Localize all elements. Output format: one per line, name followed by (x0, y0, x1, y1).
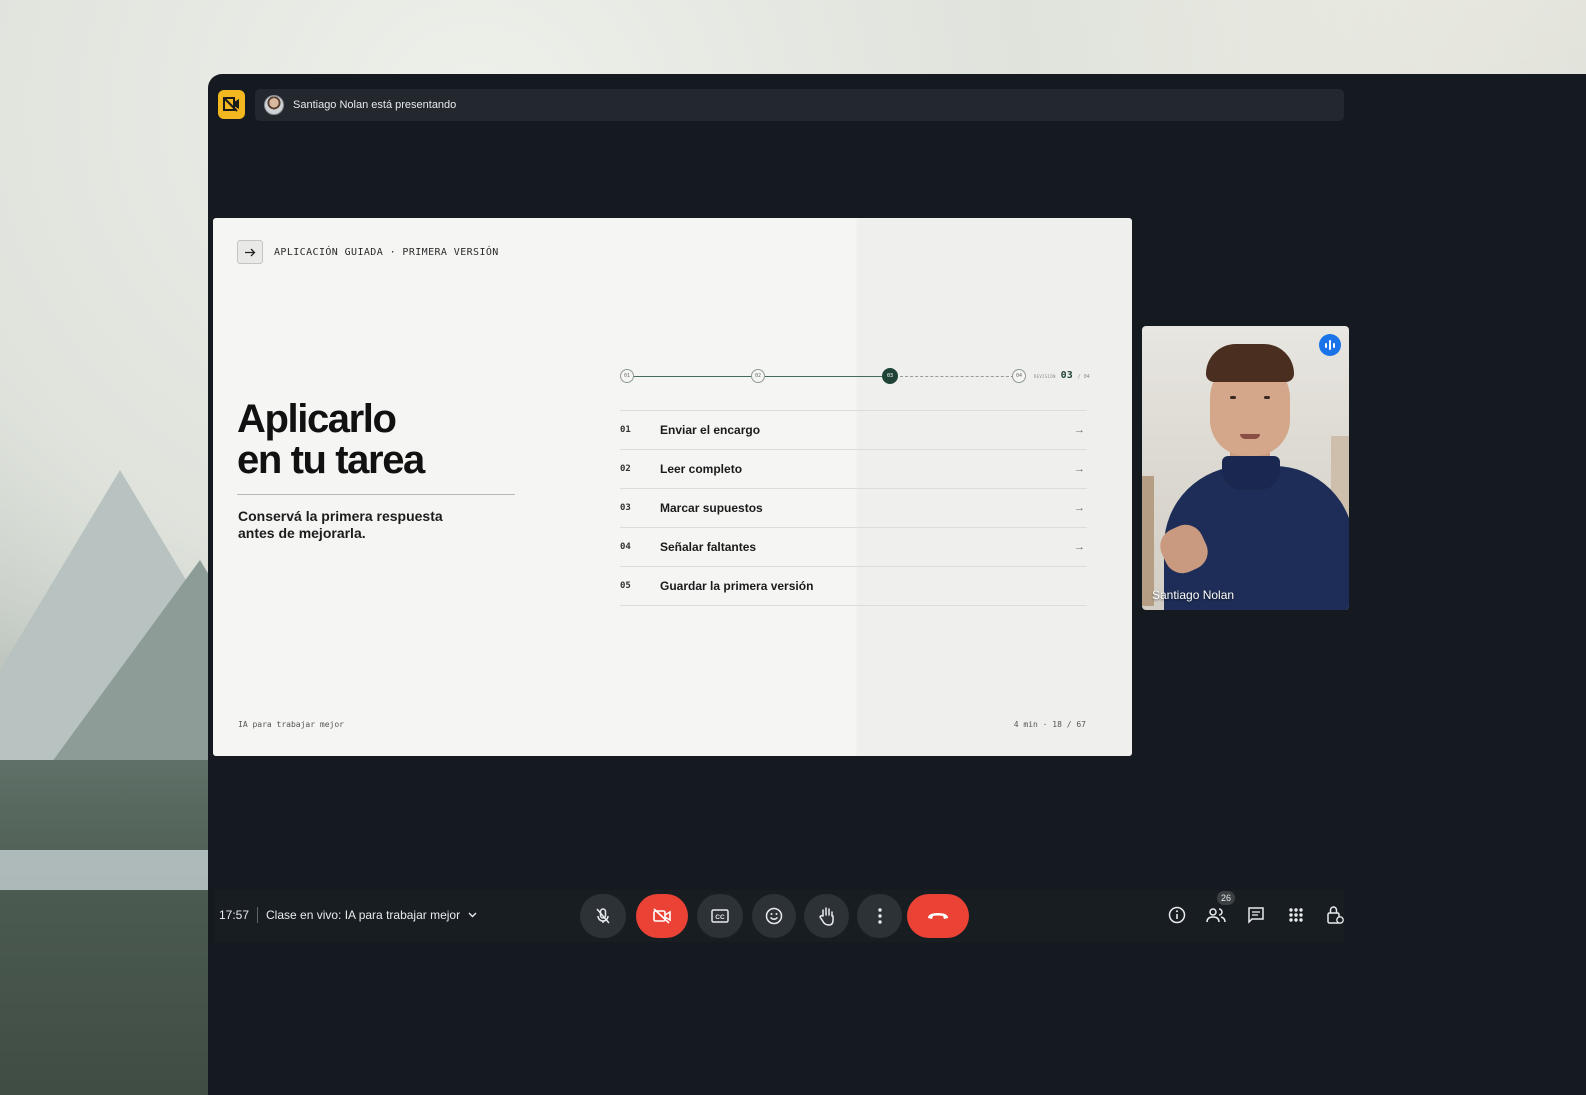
progress-current: 03 (1060, 370, 1073, 381)
call-controls-bar: 17:57 Clase en vivo: IA para trabajar me… (215, 890, 1344, 942)
presenter-avatar (264, 95, 284, 115)
progress-total: / 04 (1077, 374, 1090, 380)
camera-toggle-button[interactable] (636, 894, 688, 938)
mic-off-icon (596, 908, 610, 924)
arrow-right-icon (237, 240, 263, 264)
end-call-button[interactable] (907, 894, 969, 938)
title-divider (237, 494, 515, 495)
progress-line-remaining (895, 376, 1019, 377)
slide-title-line1: Aplicarlo (237, 397, 397, 441)
speaking-indicator-icon (1319, 334, 1341, 356)
captions-icon: CC (711, 909, 729, 923)
reactions-button[interactable] (752, 894, 796, 938)
slide-tag: APLICACIÓN GUIADA · PRIMERA VERSIÓN (237, 240, 499, 264)
slide-tag-text: APLICACIÓN GUIADA · PRIMERA VERSIÓN (274, 246, 499, 258)
people-icon (1206, 908, 1226, 923)
meeting-clock: 17:57 (219, 908, 250, 922)
progress-node-active: 03 (882, 368, 898, 384)
app-logo-icon (218, 90, 245, 119)
progress-node: 02 (751, 369, 765, 383)
raise-hand-icon (818, 907, 834, 926)
chat-icon (1248, 907, 1264, 924)
meeting-title: Clase en vivo: IA para trabajar mejor (266, 908, 461, 922)
arrow-right-icon: → (1074, 502, 1085, 514)
list-item: 01 Enviar el encargo → (620, 411, 1087, 450)
captions-button[interactable]: CC (697, 894, 743, 938)
chat-button[interactable] (1245, 904, 1267, 926)
raise-hand-button[interactable] (804, 894, 849, 938)
progress-node: 01 (620, 369, 634, 383)
chevron-down-icon (468, 912, 477, 918)
participant-tile[interactable]: Santiago Nolan (1142, 326, 1349, 610)
more-options-button[interactable] (857, 894, 902, 938)
presenter-banner: Santiago Nolan está presentando (255, 89, 1344, 121)
shared-slide: APLICACIÓN GUIADA · PRIMERA VERSIÓN Apli… (213, 218, 1132, 756)
step-label: Marcar supuestos (660, 501, 763, 515)
steps-list: 01 Enviar el encargo → 02 Leer completo … (620, 410, 1087, 606)
participants-count-badge: 26 (1217, 891, 1235, 905)
arrow-right-icon: → (1074, 541, 1085, 553)
divider (257, 907, 258, 923)
presenter-text: Santiago Nolan está presentando (293, 99, 457, 111)
host-controls-icon (1327, 906, 1344, 924)
activities-button[interactable] (1285, 904, 1307, 926)
step-number: 02 (620, 464, 631, 474)
meeting-window: Santiago Nolan está presentando APLICACI… (208, 74, 1586, 1095)
progress-node: 04 (1012, 369, 1026, 383)
activities-icon (1289, 908, 1303, 922)
camera-off-icon (653, 908, 671, 924)
list-item: 04 Señalar faltantes → (620, 528, 1087, 567)
progress-meta: REVISIÓN 03 / 04 (1034, 370, 1090, 381)
arrow-right-icon: → (1074, 424, 1085, 436)
svg-text:CC: CC (715, 914, 725, 921)
list-item: 02 Leer completo → (620, 450, 1087, 489)
emoji-icon (765, 907, 783, 925)
step-label: Leer completo (660, 462, 743, 476)
step-number: 05 (620, 581, 631, 591)
step-number: 04 (620, 542, 631, 552)
step-label: Enviar el encargo (660, 423, 761, 437)
slide-title: Aplicarlo en tu tarea (237, 397, 425, 482)
slide-title-line2: en tu tarea (237, 438, 425, 482)
slide-subtitle: Conservá la primera respuesta antes de m… (238, 508, 443, 541)
meeting-info-button[interactable] (1166, 904, 1188, 926)
more-options-icon (877, 908, 882, 924)
list-item: 05 Guardar la primera versión (620, 567, 1087, 606)
info-icon (1168, 906, 1186, 924)
step-number: 03 (620, 503, 631, 513)
host-controls-button[interactable] (1324, 904, 1346, 926)
slide-footer-course: IA para trabajar mejor (238, 720, 344, 729)
progress-tracker: 01 02 03 04 REVISIÓN 03 / 04 (620, 368, 1090, 384)
progress-label: REVISIÓN (1034, 374, 1056, 379)
meeting-title-dropdown[interactable]: Clase en vivo: IA para trabajar mejor (266, 908, 477, 922)
mic-toggle-button[interactable] (580, 894, 626, 938)
step-label: Guardar la primera versión (660, 579, 814, 593)
step-label: Señalar faltantes (660, 540, 757, 554)
list-item: 03 Marcar supuestos → (620, 489, 1087, 528)
end-call-icon (928, 913, 948, 919)
slide-footer-progress: 4 min · 18 / 67 (1013, 720, 1086, 729)
participant-name: Santiago Nolan (1152, 588, 1235, 602)
step-number: 01 (620, 425, 631, 435)
people-button[interactable] (1205, 904, 1227, 926)
arrow-right-icon: → (1074, 463, 1085, 475)
